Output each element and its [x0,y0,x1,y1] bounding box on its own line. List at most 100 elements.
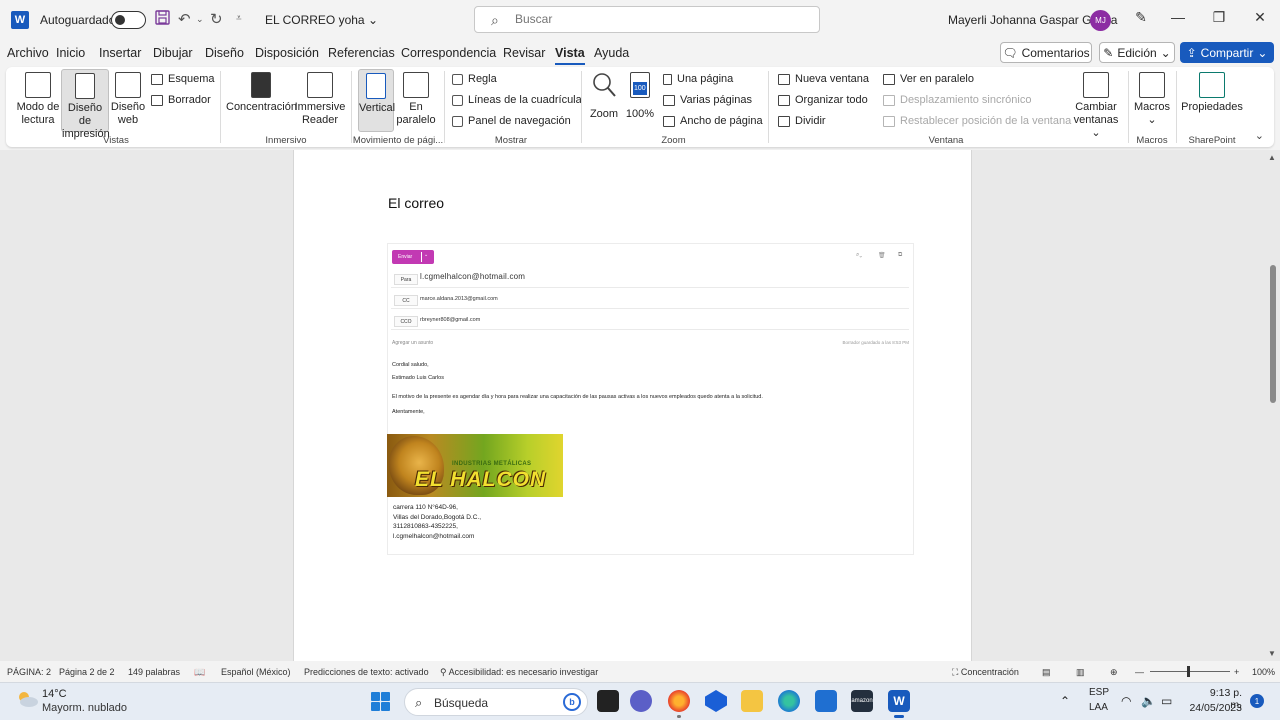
comments-button[interactable]: 🗨 Comentarios [1000,42,1092,63]
bing-icon[interactable]: b [563,693,581,711]
language-status[interactable]: Español (México) [221,667,291,677]
teams-chat-icon[interactable] [630,690,652,712]
restore-icon[interactable]: ❐ [1209,9,1229,26]
zoom-in-icon[interactable]: + [1234,667,1239,677]
proofing-icon[interactable]: 📖 [194,667,205,678]
read-mode-icon[interactable]: ▤ [1042,667,1051,678]
focus-button[interactable]: Concentración [226,72,297,114]
show-hidden-icons-chevron-icon[interactable]: ⌃ [1060,694,1070,708]
view-side-by-side-button[interactable]: Ver en paralelo [883,71,974,87]
wifi-icon[interactable]: ◠ [1121,694,1131,708]
word-count-status[interactable]: 149 palabras [128,667,180,677]
page-width-button[interactable]: Ancho de página [663,113,763,129]
tab-dibujar[interactable]: Dibujar [153,46,193,60]
autosave-toggle[interactable] [111,11,146,29]
checkbox[interactable] [452,94,463,106]
amazon-icon[interactable]: amazon [851,690,873,712]
side-to-side-button[interactable]: En paralelo [396,72,436,127]
zoom-button[interactable]: Zoom [587,72,621,121]
tab-vista[interactable]: Vista [555,46,585,65]
arrange-all-button[interactable]: Organizar todo [778,92,868,108]
synchronous-scrolling-button[interactable]: Desplazamiento sincrónico [883,92,1031,108]
tab-disposicion[interactable]: Disposición [255,46,319,60]
tab-referencias[interactable]: Referencias [328,46,395,60]
edge-icon[interactable] [778,690,800,712]
new-window-button[interactable]: Nueva ventana [778,71,869,87]
scroll-down-arrow-icon[interactable]: ▼ [1268,649,1276,658]
text-predictions-status[interactable]: Predicciones de texto: activado [304,667,429,677]
zoom-out-icon[interactable]: — [1135,667,1144,677]
web-layout-icon[interactable]: ⊕ [1110,667,1118,678]
macros-button[interactable]: Macros ⌄ [1133,72,1171,127]
share-button[interactable]: ⇪ Compartir ⌄ [1180,42,1274,63]
page-count-status[interactable]: Página 2 de 2 [59,667,115,677]
zoom-100-button[interactable]: 100 100% [624,72,656,121]
focus-mode-status[interactable]: ⛶ Concentración [952,667,1019,678]
undo-icon[interactable]: ↶ [178,10,191,28]
web-layout-button[interactable]: Diseño web [110,72,146,127]
checkbox[interactable] [452,115,463,127]
microsoft-store-icon[interactable] [815,690,837,712]
minimize-icon[interactable]: — [1168,9,1188,25]
avatar[interactable]: MJ [1090,10,1111,31]
gridlines-checkbox[interactable]: Líneas de la cuadrícula [452,92,582,108]
print-layout-icon[interactable]: ▥ [1076,667,1085,678]
zoom-percent[interactable]: 100% [1252,667,1275,677]
navigation-pane-checkbox[interactable]: Panel de navegación [452,113,571,129]
accessibility-status[interactable]: ⚲ Accesibilidad: es necesario investigar [440,667,598,678]
split-button[interactable]: Dividir [778,113,826,129]
scroll-up-arrow-icon[interactable]: ▲ [1268,153,1276,162]
search-input[interactable] [515,12,795,26]
collapse-ribbon-icon[interactable]: ⌄ [1255,129,1264,142]
checkbox[interactable] [452,73,463,85]
tab-correspondencia[interactable]: Correspondencia [401,46,496,60]
customize-toolbar-icon[interactable]: ⩡ [236,13,242,24]
tab-diseno[interactable]: Diseño [205,46,244,60]
tab-archivo[interactable]: Archivo [7,46,49,60]
vertical-button[interactable]: Vertical [358,69,395,132]
draft-button[interactable]: Borrador [151,92,211,108]
outline-button[interactable]: Esquema [151,71,214,87]
document-title[interactable]: EL CORREO yoha ⌄ [265,13,378,27]
zoom-slider-thumb[interactable] [1187,666,1190,677]
undo-dropdown-icon[interactable]: ⌄ [196,14,204,25]
weather-cloud-sun-icon[interactable] [15,690,39,708]
search-box[interactable]: ⌕ [474,6,820,33]
tab-insertar[interactable]: Insertar [99,46,141,60]
taskbar-search[interactable]: ⌕ Búsqueda b [404,688,588,716]
word-taskbar-icon[interactable]: W [888,690,910,718]
editing-mode-button[interactable]: ✎ Edición ⌄ [1099,42,1175,63]
one-page-button[interactable]: Una página [663,71,733,87]
dropbox-icon[interactable] [705,690,727,712]
keyboard-language[interactable]: ESP [1089,687,1109,698]
tab-ayuda[interactable]: Ayuda [594,46,629,60]
save-icon[interactable] [155,10,170,29]
ruler-checkbox[interactable]: Regla [452,71,497,87]
battery-icon[interactable]: ▭ [1161,694,1172,708]
vertical-scrollbar[interactable] [1270,265,1276,403]
page-number-status[interactable]: PÁGINA: 2 [7,667,51,677]
close-icon[interactable]: ✕ [1250,9,1270,26]
properties-button[interactable]: Propiedades [1181,72,1243,114]
volume-icon[interactable]: 🔈 [1141,694,1156,708]
multiple-pages-button[interactable]: Varias páginas [663,92,752,108]
windows-start-icon[interactable] [371,692,390,711]
pen-icon[interactable]: ✎ [1131,9,1151,26]
notification-badge[interactable]: 1 [1250,694,1264,708]
immersive-reader-button[interactable]: Immersive Reader [294,72,346,127]
file-explorer-icon[interactable] [741,690,763,712]
zoom-slider[interactable] [1150,671,1230,672]
reset-window-position-button[interactable]: Restablecer posición de la ventana [883,113,1071,129]
redo-icon[interactable]: ↻ [210,10,223,28]
tab-revisar[interactable]: Revisar [503,46,545,60]
switch-windows-button[interactable]: Cambiar ventanas ⌄ [1070,72,1122,140]
tab-inicio[interactable]: Inicio [56,46,85,60]
weather-temperature[interactable]: 14°C [42,688,67,700]
weather-condition[interactable]: Mayorm. nublado [42,702,127,714]
firefox-icon[interactable] [668,690,690,718]
print-layout-button[interactable]: Diseño de impresión [61,69,110,140]
reading-mode-button[interactable]: Modo de lectura [14,72,62,127]
clock-date[interactable]: 24/05/2023 [1186,702,1242,714]
task-view-icon[interactable] [597,690,619,712]
word-app-icon[interactable]: W [11,11,29,29]
